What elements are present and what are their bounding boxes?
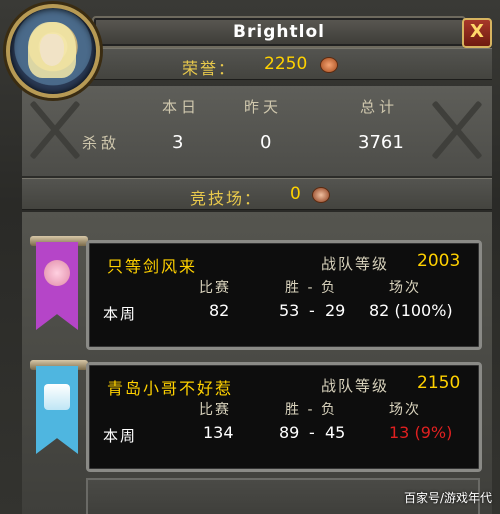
win-loss-header: 胜 - 负 [285,280,337,296]
win-loss-header: 胜 - 负 [285,402,337,418]
played-value: 13 (9%) [389,423,453,442]
team-name: 青岛小哥不好惹 [107,379,234,398]
wins-value: 53 [279,301,300,320]
arena-label: 竞技场： [190,189,263,208]
honor-currency-icon [320,57,338,73]
mug-emblem-icon [44,384,70,410]
kills-row-label: 杀敌 [82,134,121,152]
watermark: 百家号/游戏年代 [403,491,492,505]
played-value: 82 (100%) [369,301,453,320]
close-button[interactable]: X [462,18,492,48]
arena-value: 0 [290,184,301,204]
team-panel[interactable]: 只等剑风来 战队等级 2003 比赛 胜 - 负 场次 本周 82 53 - 2… [86,240,482,350]
pvp-frame: Brightlol X 荣誉： 2250 本日 昨天 总计 杀敌 3 0 376… [0,0,500,514]
col-yesterday-header: 昨天 [244,98,283,116]
team-name: 只等剑风来 [107,257,198,276]
week-label: 本周 [103,427,138,445]
losses-value: 45 [325,423,346,442]
honor-value: 2250 [264,54,308,74]
team-rating-value: 2150 [417,373,461,393]
kills-stats: 本日 昨天 总计 杀敌 3 0 3761 [22,86,492,176]
games-value: 82 [209,301,230,320]
arena-currency-icon [312,187,330,203]
team-panel[interactable]: 青岛小哥不好惹 战队等级 2150 比赛 胜 - 负 场次 本周 134 89 … [86,362,482,472]
win-loss-separator: - [309,423,315,442]
title-bar: Brightlol [92,16,466,48]
win-loss-separator: - [309,301,315,320]
kills-yesterday-value: 0 [260,132,272,153]
games-header: 比赛 [199,280,231,296]
wins-value: 89 [279,423,300,442]
team-banner[interactable] [30,358,88,454]
losses-value: 29 [325,301,346,320]
honor-label: 荣誉： [182,59,237,78]
team-rating-label: 战队等级 [321,377,390,395]
col-total-header: 总计 [360,98,399,116]
kills-today-value: 3 [172,132,184,153]
crossed-swords-icon [432,98,482,160]
kills-total-value: 3761 [358,132,404,153]
week-label: 本周 [103,305,138,323]
team-rating-label: 战队等级 [321,255,390,273]
arena-bar: 竞技场： 0 [22,178,492,210]
crossed-swords-icon [30,98,80,160]
character-name: Brightlol [233,22,325,42]
col-today-header: 本日 [162,98,201,116]
team-banner[interactable] [30,234,88,330]
games-value: 134 [203,423,234,442]
portrait-face [40,34,64,66]
banner-flag [36,242,78,330]
played-header: 场次 [389,280,421,296]
games-header: 比赛 [199,402,231,418]
team-rating-value: 2003 [417,251,461,271]
banner-flag [36,366,78,454]
played-header: 场次 [389,402,421,418]
flower-emblem-icon [44,260,70,286]
character-portrait [6,4,100,98]
